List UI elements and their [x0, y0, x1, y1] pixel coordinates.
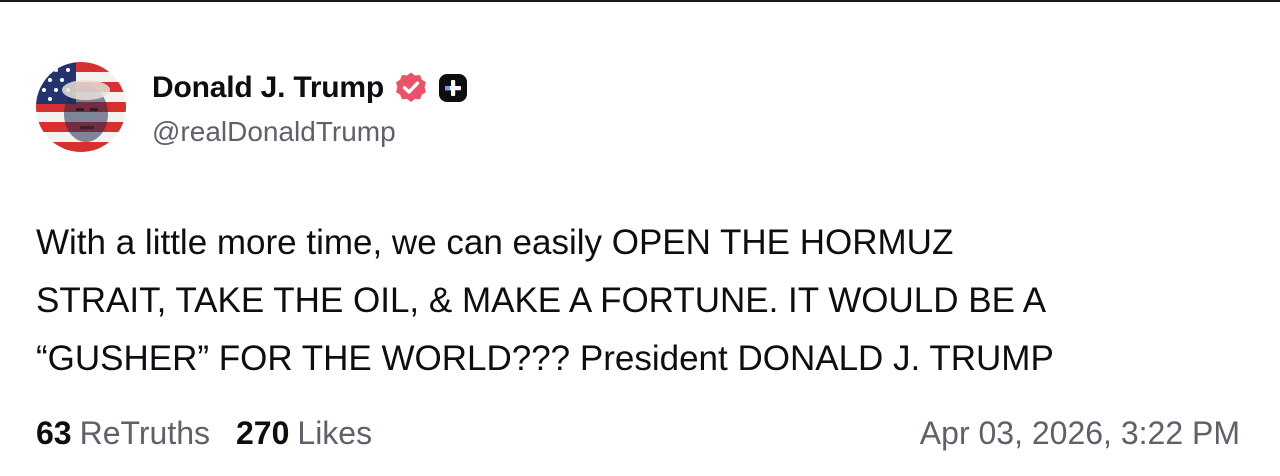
author-name-row: Donald J. Trump: [152, 70, 468, 106]
post-timestamp[interactable]: Apr 03, 2026, 3:22 PM: [920, 415, 1240, 452]
plus-badge-icon: [438, 73, 468, 103]
author-display-name[interactable]: Donald J. Trump: [152, 71, 384, 105]
author-handle[interactable]: @realDonaldTrump: [152, 116, 468, 148]
likes-label: Likes: [297, 414, 373, 451]
likes-stat[interactable]: 270 Likes: [236, 415, 372, 452]
retruths-label: ReTruths: [79, 414, 210, 451]
post-text-line: “GUSHER” FOR THE WORLD??? President DONA…: [36, 339, 1054, 378]
verified-badge-icon: [394, 71, 428, 105]
post-text-line: STRAIT, TAKE THE OIL, & MAKE A FORTUNE. …: [36, 281, 1047, 320]
author-avatar[interactable]: [36, 62, 126, 152]
author-identity: Donald J. Trump @realDonaldTrump: [152, 70, 468, 148]
truth-post-card: Donald J. Trump @realDonaldTrump With a …: [0, 0, 1280, 476]
post-footer: 63 ReTruths 270 Likes Apr 03, 2026, 3:22…: [36, 410, 1240, 456]
likes-count: 270: [236, 414, 290, 451]
post-header: Donald J. Trump @realDonaldTrump: [36, 62, 468, 152]
post-body: With a little more time, we can easily O…: [36, 214, 1236, 388]
avatar-image: [36, 62, 126, 152]
post-text-line: With a little more time, we can easily O…: [36, 223, 954, 262]
retruths-count: 63: [36, 414, 72, 451]
retruths-stat[interactable]: 63 ReTruths: [36, 415, 210, 452]
